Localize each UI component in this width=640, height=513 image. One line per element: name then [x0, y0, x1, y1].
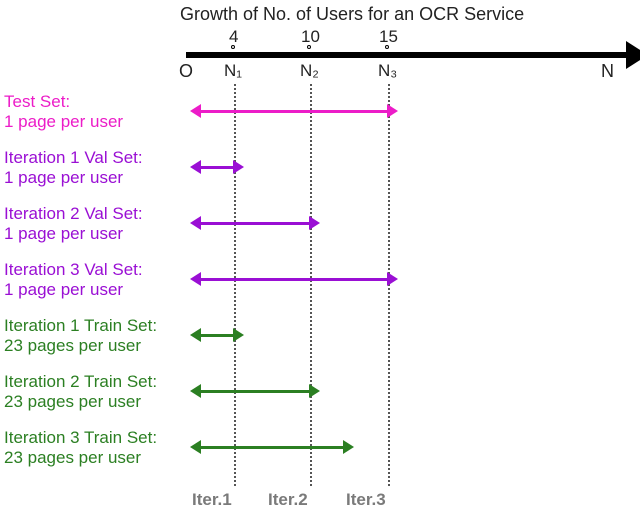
double-arrow-icon: [200, 278, 388, 281]
double-arrow-icon: [200, 446, 344, 449]
iteration-label: Iter.2: [268, 490, 308, 510]
number-line-axis: [186, 52, 630, 58]
arrow-line: [200, 110, 388, 113]
arrowhead-right-icon: [233, 328, 244, 342]
origin-label: O: [179, 61, 193, 82]
row-label-line2: 1 page per user: [4, 224, 143, 244]
arrow-line: [200, 446, 344, 449]
arrowhead-left-icon: [190, 272, 201, 286]
arrowhead-right-icon: [309, 216, 320, 230]
arrow-line: [200, 166, 234, 169]
row-label: Test Set:1 page per user: [4, 92, 123, 131]
row-label-line1: Test Set:: [4, 92, 123, 112]
arrow-line: [200, 278, 388, 281]
double-arrow-icon: [200, 222, 310, 225]
vertical-guide-line: [310, 84, 312, 486]
tick-sublabel: N₂: [300, 61, 319, 81]
row-label-line2: 1 page per user: [4, 112, 123, 132]
arrowhead-left-icon: [190, 160, 201, 174]
row-label-line2: 1 page per user: [4, 168, 143, 188]
arrow-line: [200, 334, 234, 337]
axis-end-label: N: [601, 61, 614, 82]
double-arrow-icon: [200, 390, 310, 393]
row-label: Iteration 2 Val Set:1 page per user: [4, 204, 143, 243]
arrowhead-left-icon: [190, 440, 201, 454]
arrow-line: [200, 222, 310, 225]
double-arrow-icon: [200, 334, 234, 337]
double-arrow-icon: [200, 166, 234, 169]
tick-value: 15: [379, 27, 398, 47]
row-label-line1: Iteration 3 Train Set:: [4, 428, 157, 448]
row-label-line2: 23 pages per user: [4, 392, 157, 412]
row-label: Iteration 1 Train Set:23 pages per user: [4, 316, 157, 355]
arrowhead-left-icon: [190, 328, 201, 342]
arrowhead-right-icon: [233, 160, 244, 174]
vertical-guide-line: [234, 84, 236, 486]
tick-value: 10: [301, 27, 320, 47]
arrowhead-right-icon: [387, 104, 398, 118]
arrowhead-left-icon: [190, 384, 201, 398]
tick-value: 4: [229, 27, 238, 47]
tick-sublabel: N₁: [224, 61, 242, 81]
double-arrow-icon: [200, 110, 388, 113]
tick-mark-icon: [231, 45, 235, 49]
iteration-label: Iter.3: [346, 490, 386, 510]
arrowhead-left-icon: [190, 216, 201, 230]
row-label-line1: Iteration 1 Val Set:: [4, 148, 143, 168]
tick-mark-icon: [385, 45, 389, 49]
row-label-line2: 1 page per user: [4, 280, 143, 300]
arrowhead-left-icon: [190, 104, 201, 118]
chart-title: Growth of No. of Users for an OCR Servic…: [180, 4, 524, 25]
row-label: Iteration 2 Train Set:23 pages per user: [4, 372, 157, 411]
arrow-line: [200, 390, 310, 393]
arrowhead-right-icon: [343, 440, 354, 454]
tick-sublabel: N₃: [378, 61, 397, 81]
row-label: Iteration 3 Train Set:23 pages per user: [4, 428, 157, 467]
iteration-label: Iter.1: [192, 490, 232, 510]
tick-mark-icon: [307, 45, 311, 49]
arrowhead-right-icon: [626, 41, 640, 69]
row-label-line1: Iteration 2 Train Set:: [4, 372, 157, 392]
row-label-line1: Iteration 1 Train Set:: [4, 316, 157, 336]
arrowhead-right-icon: [387, 272, 398, 286]
row-label: Iteration 3 Val Set:1 page per user: [4, 260, 143, 299]
row-label-line2: 23 pages per user: [4, 448, 157, 468]
arrowhead-right-icon: [309, 384, 320, 398]
row-label-line1: Iteration 3 Val Set:: [4, 260, 143, 280]
diagram-stage: Growth of No. of Users for an OCR Servic…: [0, 0, 640, 513]
row-label: Iteration 1 Val Set:1 page per user: [4, 148, 143, 187]
row-label-line2: 23 pages per user: [4, 336, 157, 356]
row-label-line1: Iteration 2 Val Set:: [4, 204, 143, 224]
